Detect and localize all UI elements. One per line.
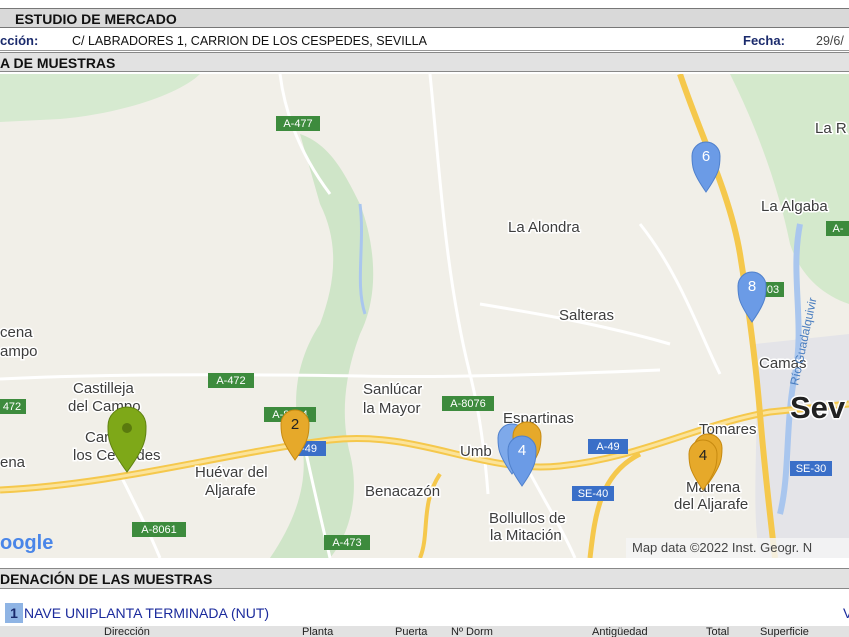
col-antiguedad: Antigüedad [592, 626, 648, 637]
road-label-se40: SE-40 [578, 488, 609, 500]
road-label-a477: A-477 [283, 118, 312, 130]
map-road-a8061 [118, 473, 162, 558]
place-mairena-1: Mairena [686, 479, 741, 496]
address-label: cción: [0, 33, 39, 48]
address-value: C/ LABRADORES 1, CARRION DE LOS CESPEDES… [72, 34, 427, 48]
place-huevar-1: Huévar del [195, 464, 268, 481]
place-castilleja-1: Castilleja [73, 380, 135, 397]
date-label: Fecha: [743, 33, 785, 48]
map-section-header: A DE MUESTRAS [0, 52, 849, 72]
road-label-a-right: A- [833, 223, 844, 235]
road-label-a8061: A-8061 [141, 524, 176, 536]
marker-6-label: 6 [702, 148, 710, 165]
table-column-headers: Dirección Planta Puerta Nº Dorm Antigüed… [0, 626, 849, 637]
map-attribution: Map data ©2022 Inst. Geogr. N [632, 540, 812, 555]
marker-4-blue-label: 4 [518, 442, 526, 459]
map-road-north [428, 74, 490, 495]
place-sevilla: Sev [790, 390, 846, 425]
report-title-bar: ESTUDIO DE MERCADO [0, 8, 849, 28]
map-road-camas [638, 223, 722, 375]
road-label-a49: A-49 [596, 441, 619, 453]
sample-right-text: V [843, 605, 849, 621]
map-canvas: A-477 A-472 472 A-8076 A-8064 -49 A-49 A… [0, 74, 849, 558]
map-section-title: A DE MUESTRAS [0, 55, 116, 71]
place-sanlucar-1: Sanlúcar [363, 381, 422, 398]
road-label-a472: A-472 [216, 375, 245, 387]
place-cena-2: ampo [0, 343, 38, 360]
samples-map[interactable]: A-477 A-472 472 A-8076 A-8064 -49 A-49 A… [0, 74, 849, 558]
order-section-header: DENACIÓN DE LAS MUESTRAS [0, 568, 849, 589]
place-bollullos-2: la Mitación [490, 527, 562, 544]
place-mairena-2: del Aljarafe [674, 496, 748, 513]
place-la-alondra: La Alondra [508, 219, 580, 236]
place-salteras: Salteras [559, 307, 614, 324]
order-section-title: DENACIÓN DE LAS MUESTRAS [0, 571, 213, 587]
report-title: ESTUDIO DE MERCADO [15, 11, 177, 27]
road-label-a473: A-473 [332, 537, 361, 549]
road-label-a8076: A-8076 [450, 398, 485, 410]
place-sanlucar-2: la Mayor [363, 400, 421, 417]
col-puerta: Puerta [395, 626, 428, 637]
marker-cluster-umbrete[interactable]: 4 [497, 421, 542, 487]
place-bollullos-1: Bollullos de [489, 510, 566, 527]
map-green-north [730, 74, 849, 304]
address-row: cción: C/ LABRADORES 1, CARRION DE LOS C… [0, 30, 849, 51]
marker-8[interactable]: 8 [737, 271, 767, 323]
place-huevar-2: Aljarafe [205, 482, 256, 499]
marker-6[interactable]: 6 [691, 141, 721, 193]
place-umbrete: Umb [460, 443, 492, 460]
road-label-03: 03 [767, 284, 779, 296]
map-green-valley [270, 134, 374, 558]
place-cena-1: cena [0, 324, 33, 341]
road-label-a472-left: 472 [3, 401, 21, 413]
col-planta: Planta [302, 626, 334, 637]
marker-8-label: 8 [748, 278, 756, 295]
place-ena: ena [0, 454, 26, 471]
google-logo: oogle [0, 532, 53, 554]
col-dorm: Nº Dorm [451, 626, 493, 637]
col-superficie: Superficie [760, 626, 809, 637]
sample-number: 1 [5, 603, 23, 623]
road-label-se30: SE-30 [796, 463, 827, 475]
place-la-algaba: La Algaba [761, 198, 828, 215]
place-benacazon: Benacazón [365, 483, 440, 500]
date-value: 29/6/ [816, 34, 844, 48]
map-forest-area [0, 74, 200, 122]
col-direccion: Dirección [104, 626, 150, 637]
sample-list-item[interactable]: 1 NAVE UNIPLANTA TERMINADA (NUT) V [0, 603, 849, 625]
sample-type: NAVE UNIPLANTA TERMINADA (NUT) [24, 605, 270, 621]
marker-2-label: 2 [291, 416, 299, 433]
marker-4-orange-label: 4 [699, 447, 707, 464]
place-la-r: La R [815, 120, 847, 137]
col-total: Total [706, 626, 730, 637]
